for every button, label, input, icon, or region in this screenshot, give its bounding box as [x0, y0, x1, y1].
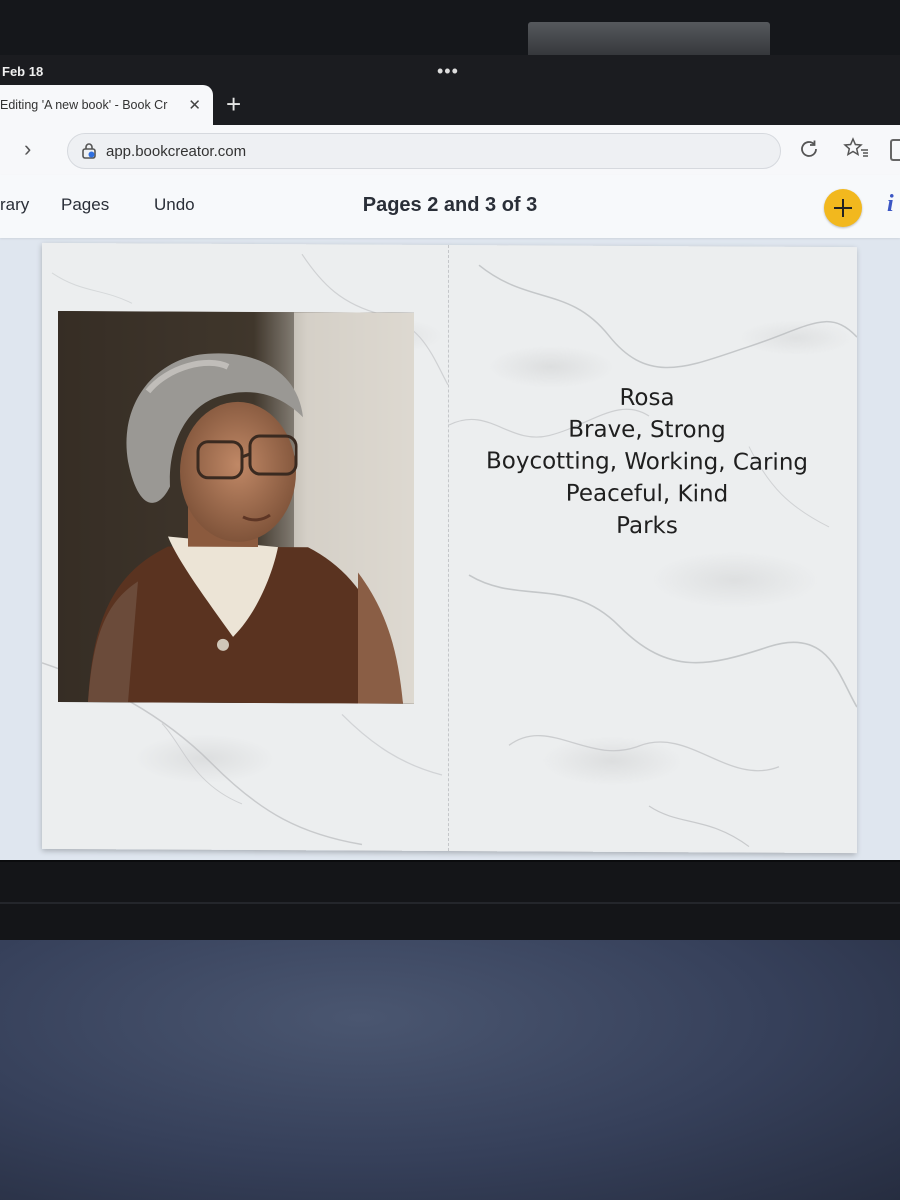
- tablet-bottom-bezel: [0, 860, 900, 947]
- tab-title: Editing 'A new book' - Book Cr: [0, 98, 168, 112]
- portrait-image: [58, 310, 414, 704]
- tablet-screen: Feb 18 ••• Editing 'A new book' - Book C…: [0, 55, 900, 860]
- multitask-dots-icon[interactable]: •••: [437, 61, 459, 82]
- page-indicator-title: Pages 2 and 3 of 3: [362, 194, 538, 216]
- bezel-edge: [0, 902, 900, 904]
- forward-icon[interactable]: ›: [24, 136, 31, 162]
- browser-tab-active[interactable]: Editing 'A new book' - Book Cr ✕: [0, 85, 213, 125]
- book-page-right[interactable]: Rosa Brave, Strong Boycotting, Working, …: [448, 244, 857, 854]
- bookcreator-header: rary Pages Undo Pages 2 and 3 of 3 i: [0, 175, 900, 238]
- info-icon[interactable]: i: [887, 191, 894, 218]
- desk-surface: [0, 940, 900, 1200]
- favorites-star-icon[interactable]: [842, 136, 870, 160]
- address-bar[interactable]: app.bookcreator.com: [67, 133, 781, 169]
- new-tab-icon[interactable]: +: [226, 89, 241, 120]
- browser-tab-strip: Editing 'A new book' - Book Cr ✕ +: [0, 85, 900, 125]
- reload-icon[interactable]: [797, 137, 821, 161]
- status-bar: Feb 18 •••: [0, 55, 900, 85]
- book-page-left[interactable]: [42, 242, 448, 851]
- lock-icon[interactable]: [82, 143, 96, 159]
- book-spread: Rosa Brave, Strong Boycotting, Working, …: [42, 242, 857, 854]
- marble-texture-right: [449, 264, 857, 848]
- tabs-overview-icon[interactable]: [890, 139, 900, 161]
- poem-line: Boycotting, Working, Caring: [485, 448, 808, 476]
- status-date: Feb 18: [2, 64, 44, 79]
- poem-text-box[interactable]: Rosa Brave, Strong Boycotting, Working, …: [449, 381, 845, 543]
- poem-line: Peaceful, Kind: [565, 480, 729, 508]
- close-tab-icon[interactable]: ✕: [188, 96, 201, 114]
- url-text: app.bookcreator.com: [106, 142, 247, 160]
- poem-line: Rosa: [619, 384, 675, 412]
- poem-line: Parks: [616, 512, 678, 540]
- browser-toolbar: › app.bookcreator.com: [0, 125, 900, 176]
- portrait-photo[interactable]: [58, 310, 414, 704]
- add-plus-icon[interactable]: [824, 189, 862, 227]
- poem-line: Brave, Strong: [568, 416, 726, 444]
